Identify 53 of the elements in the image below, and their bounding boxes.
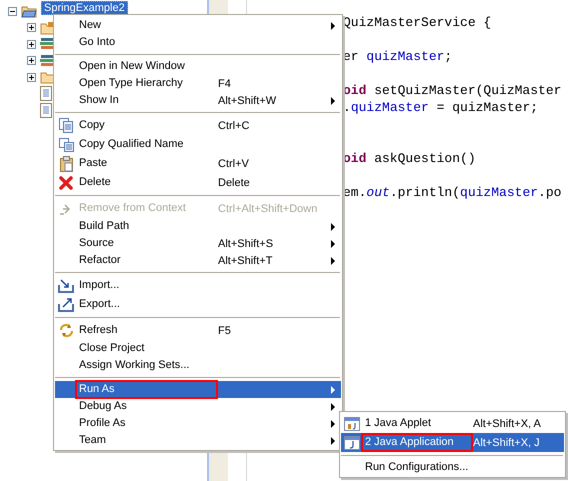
menu-item[interactable]: Source Alt+Shift+S [55,235,341,252]
menu-item[interactable]: Assign Working Sets... [55,357,341,374]
menu-item[interactable]: Export... [55,295,341,314]
submenu-arrow-icon [331,436,335,444]
submenu-arrow-icon [331,240,335,248]
code-line: QuizMasterService { [343,14,492,31]
submenu-arrow-icon [331,96,335,104]
menu-item[interactable]: Close Project [55,340,341,357]
menu-item[interactable]: Copy Qualified Name [55,135,341,154]
tree-item[interactable]: SpringExample2 [41,1,128,16]
menu-item[interactable]: New [55,17,341,34]
delete-icon [59,176,73,190]
menu-item[interactable]: Show In Alt+Shift+W [55,92,341,109]
application-icon [344,436,360,450]
menu-item[interactable]: Refresh F5 [55,321,341,340]
menu-item[interactable]: Open Type Hierarchy F4 [55,75,341,92]
menu-item[interactable]: Delete Delete [55,173,341,192]
submenu-arrow-icon [331,386,335,394]
import-icon [58,278,74,292]
clipboard-icon [60,156,72,172]
copy-icon [59,118,73,133]
submenu-arrow-icon [331,222,335,230]
applet-icon [344,416,360,430]
expand-icon[interactable] [27,23,36,32]
expand-icon[interactable] [27,72,36,82]
menu-item[interactable]: Paste Ctrl+V [55,154,341,173]
menu-item[interactable]: Debug As [55,398,341,415]
export-icon [58,298,74,312]
menu-item[interactable]: Team [55,432,341,449]
expand-icon[interactable] [27,40,36,49]
menu-item[interactable]: Go Into [55,34,341,51]
library-icon [40,54,56,67]
menu-item[interactable]: Import... [55,276,341,295]
code-line: .quizMaster = quizMaster; [343,99,540,116]
menu-item[interactable]: Open in New Window [55,58,341,75]
submenu-arrow-icon [331,22,335,30]
menu-item[interactable]: Copy Ctrl+C [55,116,341,135]
collapse-icon[interactable] [8,6,17,16]
menu-item[interactable]: Refactor Alt+Shift+T [55,252,341,269]
menu-item[interactable]: Run As [55,381,341,398]
submenu-arrow-icon [331,402,335,410]
library-icon [40,38,56,50]
menu-item[interactable]: Profile As [55,415,341,432]
expand-icon[interactable] [27,56,36,66]
refresh-icon [58,323,74,338]
submenu-arrow-icon [331,420,335,428]
menu-item[interactable]: 1 Java Applet Alt+Shift+X, A [341,414,564,433]
menu-item[interactable]: Run Configurations... [341,459,564,476]
menu-item[interactable]: Build Path [55,218,341,235]
menu-item[interactable]: 2 Java Application Alt+Shift+X, J [341,433,564,452]
folder-icon [21,4,37,18]
submenu-arrow-icon [331,256,335,264]
copy-icon [58,138,74,152]
